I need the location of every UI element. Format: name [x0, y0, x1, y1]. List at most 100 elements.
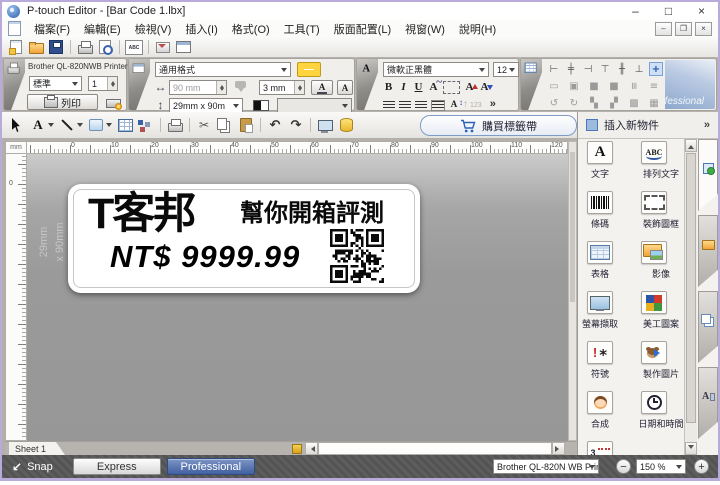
- tab-open-layout[interactable]: [698, 215, 718, 287]
- menu-item-0[interactable]: 檔案(F): [27, 21, 77, 36]
- open-icon[interactable]: [27, 39, 45, 56]
- dropdown-arrow-icon[interactable]: [106, 123, 112, 130]
- object-item-label[interactable]: 影像: [631, 267, 684, 280]
- send-back-icon[interactable]: ▦: [647, 96, 661, 110]
- logo-text-object[interactable]: T客邦: [88, 193, 196, 236]
- more-options-button[interactable]: »: [490, 98, 496, 110]
- canvas-horizontal-scrollbar[interactable]: [318, 442, 552, 455]
- database-icon-button[interactable]: [336, 117, 356, 134]
- minimize-button[interactable]: –: [619, 3, 652, 20]
- label-canvas[interactable]: 29mm x 90mm T客邦 幫你開箱評測 NT$ 9999.99: [27, 154, 568, 441]
- scroll-up-button[interactable]: [685, 139, 697, 152]
- object-item-label[interactable]: 裝飾圖框: [631, 217, 684, 230]
- frame-style-select[interactable]: [277, 98, 352, 113]
- print-color-icon[interactable]: [251, 97, 271, 113]
- text-direction-icon[interactable]: ↑: [463, 99, 468, 110]
- center-in-label-icon[interactable]: +: [649, 62, 663, 76]
- mode-professional-button[interactable]: Professional: [166, 458, 255, 475]
- mode-express-button[interactable]: Express: [72, 458, 161, 475]
- canvas-vertical-scrollbar[interactable]: [568, 141, 577, 441]
- composite-icon[interactable]: [587, 391, 613, 414]
- status-printer-select[interactable]: Brother QL-820N WB Prin: [493, 459, 599, 474]
- menu-item-2[interactable]: 檢視(V): [128, 21, 179, 36]
- align-center-icon[interactable]: ╪: [564, 62, 578, 76]
- bring-front-icon[interactable]: ▩: [627, 96, 641, 110]
- justify-text-icon[interactable]: [431, 100, 445, 111]
- save-icon[interactable]: [47, 39, 65, 56]
- underline-button[interactable]: U: [411, 80, 426, 94]
- align-right-icon[interactable]: ⊣: [581, 62, 595, 76]
- margin-stepper[interactable]: 3 mm: [259, 80, 305, 95]
- align-middle-icon[interactable]: ╫: [615, 62, 629, 76]
- align-center-text-icon[interactable]: [399, 101, 411, 110]
- tab-layout-style[interactable]: [698, 291, 718, 363]
- mdi-close-button[interactable]: ×: [695, 21, 712, 36]
- distribute-v-icon[interactable]: ≡: [647, 79, 661, 93]
- text-object-icon[interactable]: [587, 141, 613, 164]
- menu-item-6[interactable]: 版面配置(L): [327, 21, 398, 36]
- bold-button[interactable]: B: [381, 80, 396, 94]
- group-icon[interactable]: ▚: [587, 96, 601, 110]
- tagline-text-object[interactable]: 幫你開箱評測: [240, 202, 384, 226]
- undo-icon-button[interactable]: [265, 117, 285, 134]
- print-quick-icon-button[interactable]: [165, 117, 185, 134]
- italic-button[interactable]: I: [396, 80, 411, 94]
- make-picture-icon[interactable]: [641, 341, 667, 364]
- menu-item-4[interactable]: 格式(O): [225, 21, 277, 36]
- align-left-icon[interactable]: ⊢: [547, 62, 561, 76]
- tab-insert-object[interactable]: [698, 139, 718, 211]
- text-box-button[interactable]: [443, 81, 460, 94]
- arrange-panel-tab[interactable]: [521, 59, 542, 110]
- qr-code-object[interactable]: [330, 229, 384, 283]
- menu-item-7[interactable]: 視窗(W): [398, 21, 452, 36]
- symbol-icon[interactable]: [587, 341, 613, 364]
- tape-length-stepper[interactable]: 90 mm: [169, 80, 227, 95]
- stepper-arrows[interactable]: [107, 77, 117, 90]
- scroll-right-button[interactable]: [552, 442, 565, 455]
- object-dock-more-button[interactable]: »: [704, 119, 718, 131]
- buy-label-tape-button[interactable]: 購買標籤帶: [420, 115, 577, 136]
- clipart-icon[interactable]: [641, 291, 667, 314]
- format-preset-select[interactable]: 通用格式: [155, 62, 291, 77]
- size-width-icon[interactable]: ▭: [547, 79, 561, 93]
- rotate-left-icon[interactable]: ↺: [547, 96, 561, 110]
- sheet-tab[interactable]: Sheet 1: [9, 442, 65, 455]
- menu-item-3[interactable]: 插入(I): [178, 21, 224, 36]
- menu-item-8[interactable]: 說明(H): [452, 21, 503, 36]
- menu-item-5[interactable]: 工具(T): [277, 21, 327, 36]
- object-list-scrollbar[interactable]: [684, 139, 697, 455]
- tab-text-style[interactable]: [698, 367, 718, 439]
- increase-font-button[interactable]: A: [462, 80, 478, 94]
- decrease-font-button[interactable]: A: [477, 80, 493, 94]
- cut-icon-button[interactable]: [194, 117, 214, 134]
- font-size-select[interactable]: 12: [493, 62, 519, 77]
- mode-snap[interactable]: ↙ Snap: [12, 460, 53, 474]
- text-tool-icon-button[interactable]: [28, 117, 56, 134]
- vertical-text-icon[interactable]: A: [447, 98, 463, 111]
- text-vertical-button[interactable]: [337, 80, 353, 95]
- layout-window-icon[interactable]: [174, 39, 192, 56]
- zoom-out-button[interactable]: −: [616, 459, 631, 474]
- table-object-icon[interactable]: [587, 241, 613, 264]
- image-object-icon[interactable]: [641, 241, 667, 264]
- dropdown-arrow-icon[interactable]: [77, 123, 83, 130]
- arrange-object-icon-button[interactable]: [136, 117, 156, 134]
- object-item-label[interactable]: 符號: [577, 367, 630, 380]
- object-item-label[interactable]: 排列文字: [631, 167, 684, 180]
- print-panel-tab[interactable]: [4, 59, 25, 110]
- redo-icon-button[interactable]: [286, 117, 306, 134]
- text-panel-tab[interactable]: [357, 59, 378, 110]
- line-tool-icon-button[interactable]: [57, 117, 85, 134]
- copies-stepper[interactable]: 1: [88, 76, 118, 91]
- select-cursor-icon-button[interactable]: [7, 117, 27, 134]
- object-item-label[interactable]: 表格: [577, 267, 630, 280]
- zoom-in-button[interactable]: +: [694, 459, 709, 474]
- print-preview-icon[interactable]: [96, 39, 114, 56]
- align-left-text-icon[interactable]: [383, 101, 395, 110]
- print-icon[interactable]: [76, 39, 94, 56]
- zoom-level-select[interactable]: 150 %: [636, 459, 686, 474]
- align-bottom-icon[interactable]: ⊥: [632, 62, 646, 76]
- paste-icon-button[interactable]: [236, 117, 256, 134]
- screen-capture-icon[interactable]: [587, 291, 613, 314]
- text-effect-button[interactable]: A: [426, 76, 442, 94]
